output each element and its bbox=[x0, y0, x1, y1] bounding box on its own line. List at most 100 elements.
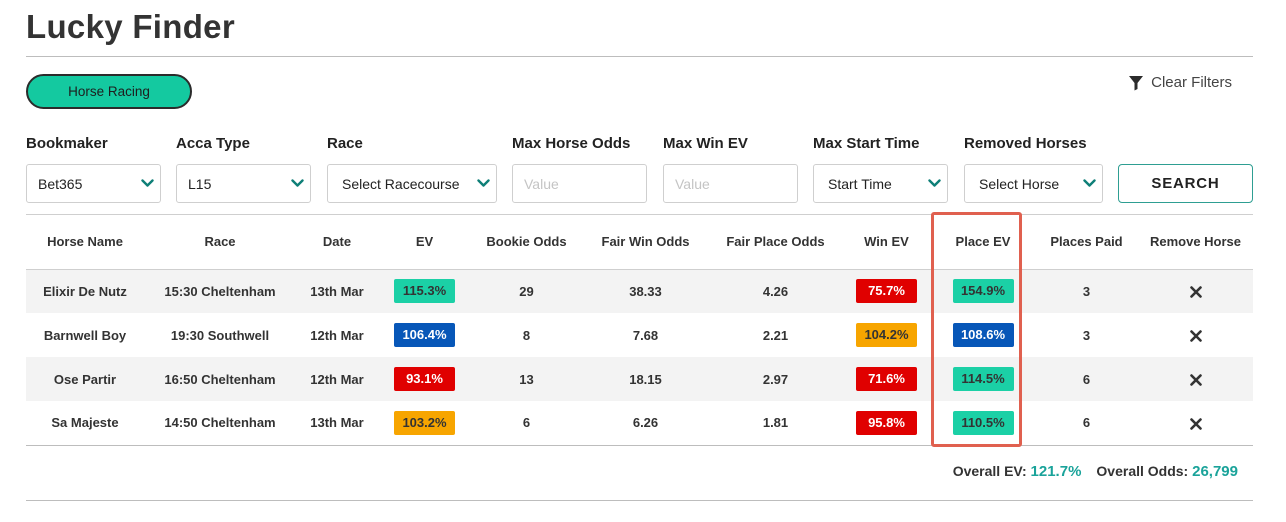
table-header-row: Horse Name Race Date EV Bookie Odds Fair… bbox=[26, 215, 1253, 270]
max-win-ev-input[interactable] bbox=[664, 165, 797, 202]
table-row: Barnwell Boy 19:30 Southwell 12th Mar 10… bbox=[26, 313, 1253, 357]
place-ev-cell: 114.5% bbox=[931, 357, 1035, 401]
horse-name-cell: Elixir De Nutz bbox=[26, 269, 144, 313]
ev-badge: 103.2% bbox=[394, 410, 455, 435]
ev-badge: 93.1% bbox=[394, 367, 455, 391]
fair-win-odds-cell: 6.26 bbox=[582, 401, 709, 446]
ev-badge: 106.4% bbox=[394, 323, 455, 347]
col-header-bookie-odds: Bookie Odds bbox=[471, 215, 582, 270]
fair-win-odds-cell: 7.68 bbox=[632, 327, 659, 343]
race-cell: 15:30 Cheltenham bbox=[144, 269, 296, 313]
win-ev-badge: 75.7% bbox=[856, 279, 917, 304]
table-row: Ose Partir 16:50 Cheltenham 12th Mar 93.… bbox=[26, 357, 1253, 401]
col-header-horse-name: Horse Name bbox=[26, 215, 144, 270]
results-table: Horse Name Race Date EV Bookie Odds Fair… bbox=[26, 215, 1253, 446]
remove-horse-x-icon[interactable] bbox=[1189, 418, 1202, 430]
win-ev-cell: 104.2% bbox=[842, 313, 931, 357]
filter-icon bbox=[1129, 75, 1144, 90]
clear-filters-button[interactable]: Clear Filters bbox=[1128, 74, 1232, 91]
remove-horse-cell bbox=[1138, 269, 1253, 313]
place-ev-badge: 154.9% bbox=[952, 279, 1014, 304]
col-header-date: Date bbox=[296, 215, 378, 270]
overall-odds-label: Overall Odds: bbox=[1096, 463, 1189, 479]
date-cell: 13th Mar bbox=[296, 269, 378, 313]
overall-ev-label: Overall EV: bbox=[952, 463, 1027, 479]
ev-cell: 115.3% bbox=[378, 269, 471, 313]
place-ev-badge: 108.6% bbox=[952, 323, 1014, 347]
ev-cell: 93.1% bbox=[378, 357, 471, 401]
col-header-remove-horse: Remove Horse bbox=[1138, 215, 1253, 270]
horse-name-cell: Sa Majeste bbox=[26, 401, 144, 446]
fair-place-odds-cell: 2.97 bbox=[709, 357, 842, 401]
race-cell: 16:50 Cheltenham bbox=[144, 357, 296, 401]
removed-horses-label: Removed Horses bbox=[964, 135, 1087, 152]
remove-horse-cell bbox=[1138, 357, 1253, 401]
fair-win-odds-cell: 18.15 bbox=[582, 357, 709, 401]
bottom-divider bbox=[26, 500, 1253, 501]
fair-place-odds-cell: 1.81 bbox=[709, 401, 842, 446]
removed-horses-value: Select Horse bbox=[979, 175, 1060, 192]
col-header-win-ev: Win EV bbox=[842, 215, 931, 270]
chevron-down-icon bbox=[284, 179, 310, 188]
chevron-down-icon bbox=[921, 179, 947, 188]
bookie-odds-cell: 6 bbox=[471, 401, 582, 446]
table-row: Sa Majeste 14:50 Cheltenham 13th Mar 103… bbox=[26, 401, 1253, 446]
overall-ev-value: 121.7% bbox=[1030, 463, 1082, 480]
removed-horses-select[interactable]: Select Horse bbox=[964, 164, 1103, 203]
race-label: Race bbox=[327, 135, 363, 152]
win-ev-cell: 75.7% bbox=[842, 269, 931, 313]
max-start-time-label: Max Start Time bbox=[813, 135, 920, 152]
col-header-fair-place-odds: Fair Place Odds bbox=[709, 215, 842, 270]
race-cell: 14:50 Cheltenham bbox=[144, 401, 296, 446]
summary-bar: Overall EV: 121.7% Overall Odds: 26,799 bbox=[953, 463, 1238, 480]
chevron-down-icon bbox=[134, 179, 160, 188]
acca-type-select[interactable]: L15 bbox=[176, 164, 311, 203]
places-paid-cell: 6 bbox=[1035, 357, 1138, 401]
title-divider bbox=[26, 56, 1253, 57]
bookmaker-select[interactable]: Bet365 bbox=[26, 164, 161, 203]
bookmaker-label: Bookmaker bbox=[26, 135, 108, 152]
max-start-time-select[interactable]: Start Time bbox=[813, 164, 948, 203]
fair-place-odds-cell: 4.26 bbox=[709, 269, 842, 313]
max-horse-odds-label: Max Horse Odds bbox=[512, 135, 631, 152]
clear-filters-label: Clear Filters bbox=[1151, 74, 1232, 91]
bookie-odds-cell: 29 bbox=[471, 269, 582, 313]
fair-win-odds-cell: 38.33 bbox=[582, 269, 709, 313]
remove-horse-x-icon[interactable] bbox=[1189, 286, 1202, 299]
horse-name-cell: Barnwell Boy bbox=[43, 327, 127, 343]
remove-horse-x-icon[interactable] bbox=[1189, 330, 1202, 342]
win-ev-badge: 104.2% bbox=[856, 323, 917, 347]
race-cell: 19:30 Southwell bbox=[170, 327, 270, 343]
col-header-fair-win-odds: Fair Win Odds bbox=[582, 215, 709, 270]
bookie-odds-cell: 13 bbox=[471, 357, 582, 401]
max-horse-odds-input-wrap bbox=[512, 164, 647, 203]
remove-horse-cell bbox=[1138, 313, 1253, 357]
win-ev-badge: 95.8% bbox=[856, 410, 917, 435]
col-header-race: Race bbox=[144, 215, 296, 270]
ev-badge: 115.3% bbox=[394, 279, 455, 304]
overall-odds-value: 26,799 bbox=[1192, 463, 1238, 480]
chevron-down-icon bbox=[1076, 179, 1102, 188]
ev-cell: 106.4% bbox=[378, 313, 471, 357]
max-win-ev-label: Max Win EV bbox=[663, 135, 748, 152]
overall-ev: Overall EV: 121.7% bbox=[953, 463, 1082, 480]
race-value: Select Racecourse bbox=[342, 175, 460, 192]
search-button[interactable]: SEARCH bbox=[1118, 164, 1253, 203]
places-paid-cell: 3 bbox=[1082, 327, 1091, 343]
race-select[interactable]: Select Racecourse bbox=[327, 164, 497, 203]
place-ev-badge: 110.5% bbox=[952, 410, 1014, 435]
date-cell: 12th Mar bbox=[310, 327, 364, 343]
ev-cell: 103.2% bbox=[378, 401, 471, 446]
horse-name-cell: Ose Partir bbox=[26, 357, 144, 401]
max-win-ev-input-wrap bbox=[663, 164, 798, 203]
remove-horse-x-icon[interactable] bbox=[1189, 374, 1202, 386]
place-ev-cell: 108.6% bbox=[931, 313, 1035, 357]
max-horse-odds-input[interactable] bbox=[513, 165, 646, 202]
col-header-place-ev: Place EV bbox=[931, 215, 1035, 270]
page-title: Lucky Finder bbox=[26, 8, 235, 45]
date-cell: 12th Mar bbox=[296, 357, 378, 401]
horse-racing-button[interactable]: Horse Racing bbox=[26, 74, 192, 109]
remove-horse-cell bbox=[1138, 401, 1253, 446]
place-ev-cell: 154.9% bbox=[931, 269, 1035, 313]
bookie-odds-cell: 8 bbox=[522, 327, 531, 343]
